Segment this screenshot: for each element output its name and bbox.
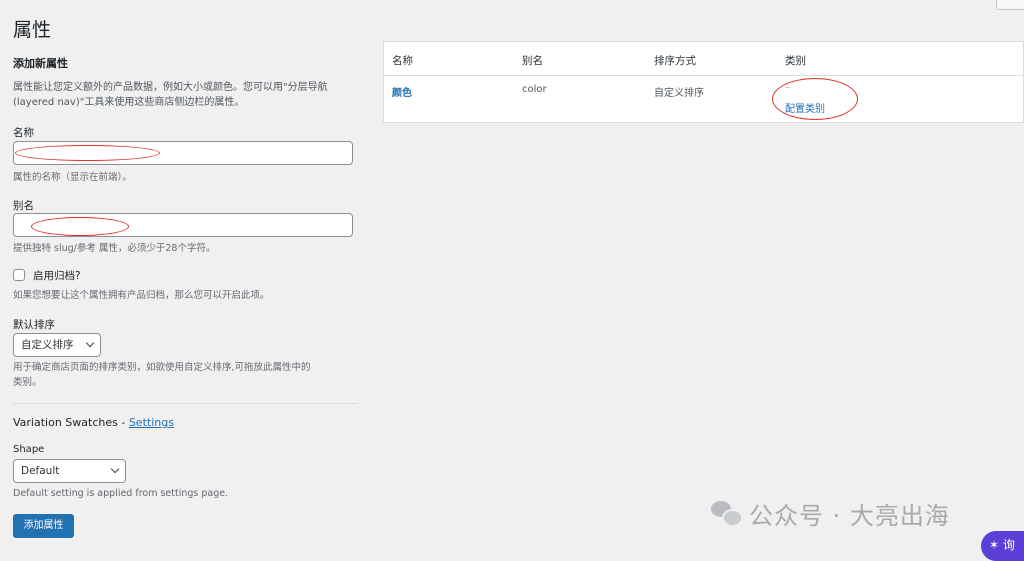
default-sort-label: 默认排序 <box>13 319 55 331</box>
chat-label: 询 <box>1002 538 1015 552</box>
default-sort-help: 用于确定商店页面的排序类别，如欲使用自定义排序,可拖放此属性中的 类别。 <box>13 360 311 390</box>
chevron-down-icon <box>110 464 120 474</box>
name-help: 属性的名称（显示在前端）。 <box>13 172 132 183</box>
enable-archives-label[interactable]: 启用归档? <box>33 268 81 283</box>
attributes-table: 名称 别名 排序方式 类别 颜色 color 自定义排序 – 配置类别 <box>383 41 1024 123</box>
variation-swatches-title: Variation Swatches - <box>13 416 129 429</box>
form-description-line1: 属性能让您定义额外的产品数据，例如大小或颜色。您可以用"分层导航 <box>13 82 328 93</box>
attribute-slug: color <box>522 84 547 95</box>
table-header: 名称 别名 排序方式 类别 <box>384 42 1023 76</box>
attribute-orderby: 自定义排序 <box>654 88 704 99</box>
default-sort-help-line2: 类别。 <box>13 377 42 388</box>
enable-archives-help: 如果您想要让这个属性拥有产品归档，那么您可以开启此项。 <box>13 290 270 301</box>
column-header-name[interactable]: 名称 <box>392 53 413 68</box>
variation-swatches-heading: Variation Swatches - Settings <box>13 416 174 429</box>
column-header-terms[interactable]: 类别 <box>785 53 806 68</box>
annotation-ellipse-configure <box>772 78 858 120</box>
column-header-orderby[interactable]: 排序方式 <box>654 53 696 68</box>
default-sort-help-line1: 用于确定商店页面的排序类别，如欲使用自定义排序,可拖放此属性中的 <box>13 362 311 373</box>
name-label: 名称 <box>13 127 34 139</box>
watermark-text: 公众号 · 大亮出海 <box>749 501 950 530</box>
annotation-ellipse-name <box>15 145 160 161</box>
shape-label: Shape <box>13 444 45 455</box>
form-title: 添加新属性 <box>13 57 68 70</box>
page-title: 属性 <box>13 18 52 41</box>
default-sort-value: 自定义排序 <box>21 339 74 351</box>
default-sort-select[interactable]: 自定义排序 <box>13 333 101 357</box>
enable-archives-checkbox[interactable] <box>13 269 25 281</box>
annotation-ellipse-slug <box>31 217 129 236</box>
section-divider <box>13 403 358 404</box>
slug-label: 别名 <box>13 200 34 212</box>
settings-link[interactable]: Settings <box>129 416 174 429</box>
form-description-line2: (layered nav)"工具来使用这些商店侧边栏的属性。 <box>13 97 245 108</box>
column-header-slug[interactable]: 别名 <box>522 53 543 68</box>
shape-select[interactable]: Default <box>13 459 126 483</box>
chat-icon: ✶ <box>989 538 1000 552</box>
form-description: 属性能让您定义额外的产品数据，例如大小或颜色。您可以用"分层导航 (layere… <box>13 80 358 110</box>
chevron-down-icon <box>85 338 95 348</box>
shape-value: Default <box>21 465 60 477</box>
screen-options-button[interactable] <box>996 0 1024 10</box>
slug-help: 提供独特 slug/参考 属性，必须少于28个字符。 <box>13 243 216 254</box>
watermark: 公众号 · 大亮出海 <box>711 498 950 530</box>
chat-floating-button[interactable]: ✶ 询 <box>981 531 1024 561</box>
add-attribute-button[interactable]: 添加属性 <box>13 514 74 538</box>
shape-help: Default setting is applied from settings… <box>13 488 229 499</box>
wechat-icon <box>711 501 743 527</box>
attribute-name-link[interactable]: 颜色 <box>392 84 412 99</box>
